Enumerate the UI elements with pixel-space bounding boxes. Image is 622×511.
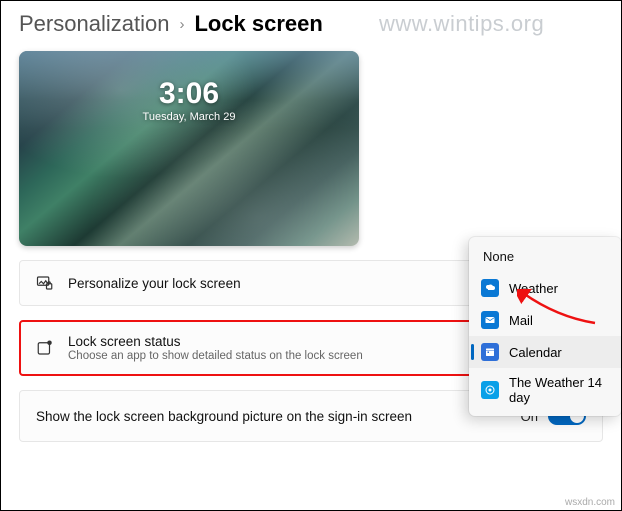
breadcrumb-current: Lock screen — [194, 11, 322, 37]
dropdown-item-label: Mail — [509, 313, 533, 328]
weather-icon — [481, 279, 499, 297]
dropdown-item-weather[interactable]: Weather — [469, 272, 621, 304]
dropdown-item-label: Weather — [509, 281, 558, 296]
watermark-footer: wsxdn.com — [565, 497, 615, 508]
breadcrumb-parent[interactable]: Personalization — [19, 11, 169, 37]
status-app-dropdown: None Weather Mail Calendar The Weather 1… — [469, 237, 621, 416]
card-title: Show the lock screen background picture … — [36, 409, 507, 424]
preview-date: Tuesday, March 29 — [19, 111, 359, 123]
chevron-right-icon: › — [179, 16, 184, 33]
lockscreen-preview: 3:06 Tuesday, March 29 — [19, 51, 359, 246]
dropdown-item-weather14[interactable]: The Weather 14 day — [469, 368, 621, 412]
weather14-icon — [481, 381, 499, 399]
dropdown-item-label: Calendar — [509, 345, 562, 360]
picture-lock-icon — [36, 274, 54, 292]
breadcrumb: Personalization › Lock screen — [1, 1, 621, 45]
dropdown-item-calendar[interactable]: Calendar — [469, 336, 621, 368]
app-status-icon — [36, 339, 54, 357]
dropdown-item-label: The Weather 14 day — [509, 375, 609, 405]
dropdown-item-mail[interactable]: Mail — [469, 304, 621, 336]
mail-icon — [481, 311, 499, 329]
preview-time: 3:06 — [19, 79, 359, 109]
calendar-icon — [481, 343, 499, 361]
dropdown-item-none[interactable]: None — [469, 241, 621, 272]
